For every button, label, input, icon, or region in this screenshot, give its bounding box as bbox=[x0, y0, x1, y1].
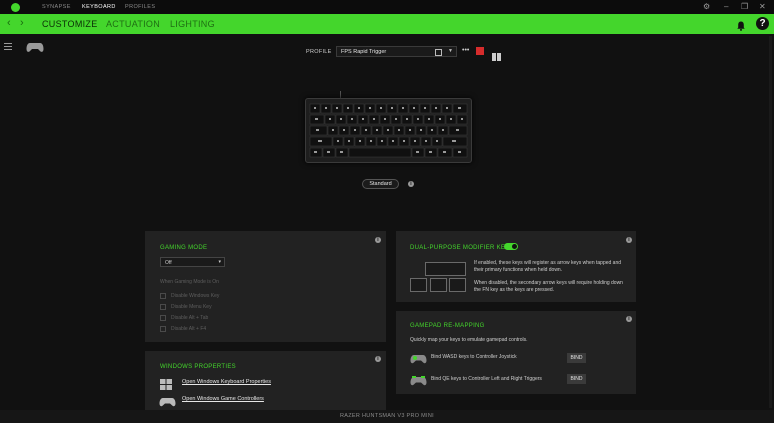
profile-label: PROFILE bbox=[306, 49, 332, 55]
menu-icon[interactable] bbox=[4, 43, 12, 52]
onboard-memory-button[interactable] bbox=[476, 47, 484, 55]
option-label: Disable Menu Key bbox=[171, 304, 212, 310]
gamepad-triggers-label: Bind QE keys to Controller Left and Righ… bbox=[431, 376, 542, 382]
windows-properties-title: WINDOWS PROPERTIES bbox=[160, 364, 236, 370]
help-icon[interactable]: ? bbox=[756, 17, 769, 30]
sub-nav-bar: ‹ › CUSTOMIZE ACTUATION LIGHTING ? bbox=[0, 14, 774, 34]
profile-select[interactable]: FPS Rapid Trigger ▼ bbox=[336, 46, 457, 57]
gamepad-icon[interactable] bbox=[26, 40, 44, 58]
profile-export-icon[interactable] bbox=[435, 49, 442, 56]
toggle-knob bbox=[512, 244, 517, 249]
gaming-mode-value: Off bbox=[165, 260, 172, 266]
gamepad-triggers-icon bbox=[410, 373, 427, 391]
windows-icon bbox=[160, 377, 172, 395]
keyboard-keys bbox=[309, 103, 468, 158]
tab-keyboard[interactable]: KEYBOARD bbox=[82, 4, 116, 10]
info-icon[interactable]: i bbox=[375, 237, 381, 243]
dual-purpose-toggle[interactable] bbox=[504, 243, 518, 250]
gamepad-wasd-label: Bind WASD keys to Controller Joystick bbox=[431, 354, 517, 360]
keys-up-box bbox=[425, 262, 466, 276]
option-label: Disable Windows Key bbox=[171, 293, 220, 299]
key-down-box bbox=[430, 278, 447, 292]
tab-profiles[interactable]: PROFILES bbox=[125, 4, 155, 10]
checkbox[interactable] bbox=[160, 315, 166, 321]
option-label: Disable Alt + Tab bbox=[171, 315, 209, 321]
back-arrow-icon[interactable]: ‹ bbox=[7, 17, 11, 29]
gaming-mode-select[interactable]: Off ▾ bbox=[160, 257, 225, 267]
info-icon[interactable]: i bbox=[626, 316, 632, 322]
gamepad-wasd-icon bbox=[410, 351, 427, 369]
tab-customize[interactable]: CUSTOMIZE bbox=[42, 19, 98, 29]
razer-logo-icon[interactable] bbox=[11, 3, 20, 12]
gamepad-remap-panel: i GAMEPAD RE-MAPPING Quickly map your ke… bbox=[396, 311, 636, 394]
option-label: Disable Alt + F4 bbox=[171, 326, 207, 332]
forward-arrow-icon[interactable]: › bbox=[20, 17, 24, 29]
gamepad-title: GAMEPAD RE-MAPPING bbox=[410, 323, 485, 329]
settings-icon[interactable]: ⚙ bbox=[703, 2, 710, 11]
gaming-mode-panel: i GAMING MODE Off ▾ When Gaming Mode is … bbox=[145, 231, 386, 342]
bind-qe-button[interactable]: BIND bbox=[567, 374, 586, 384]
gamepad-subtitle: Quickly map your keys to emulate gamepad… bbox=[410, 337, 528, 343]
info-icon[interactable]: i bbox=[375, 356, 381, 362]
checkbox[interactable] bbox=[160, 293, 166, 299]
book-icon[interactable] bbox=[492, 48, 501, 66]
minimize-button[interactable]: – bbox=[724, 2, 728, 11]
dual-purpose-title: DUAL-PURPOSE MODIFIER KEYS bbox=[410, 245, 514, 251]
chevron-down-icon: ▾ bbox=[218, 259, 221, 265]
keyboard-image[interactable] bbox=[305, 98, 472, 163]
footer-bar: RAZER HUNTSMAN V3 PRO MINI bbox=[0, 410, 774, 423]
profile-value: FPS Rapid Trigger bbox=[341, 49, 387, 55]
key-right-box bbox=[449, 278, 466, 292]
checkbox[interactable] bbox=[160, 326, 166, 332]
device-name: RAZER HUNTSMAN V3 PRO MINI bbox=[340, 413, 434, 419]
dual-purpose-desc-disabled: When disabled, the secondary arrow keys … bbox=[474, 280, 623, 293]
close-button[interactable]: ✕ bbox=[759, 2, 766, 11]
windows-properties-panel: i WINDOWS PROPERTIES Open Windows Keyboa… bbox=[145, 351, 386, 410]
scrollbar[interactable] bbox=[769, 36, 772, 408]
more-options-button[interactable]: ••• bbox=[462, 47, 469, 54]
standard-mode-pill[interactable]: Standard bbox=[362, 179, 399, 189]
info-icon[interactable]: i bbox=[408, 181, 414, 187]
gaming-mode-title: GAMING MODE bbox=[160, 245, 208, 251]
bind-wasd-button[interactable]: BIND bbox=[567, 353, 586, 363]
tab-actuation[interactable]: ACTUATION bbox=[106, 19, 160, 29]
bell-icon[interactable] bbox=[737, 18, 745, 36]
key-left-box bbox=[410, 278, 427, 292]
maximize-button[interactable]: ❐ bbox=[741, 2, 748, 11]
gaming-mode-helper: When Gaming Mode is On bbox=[160, 279, 219, 285]
title-bar: SYNAPSE KEYBOARD PROFILES ⚙ – ❐ ✕ bbox=[0, 0, 774, 14]
chevron-down-icon[interactable]: ▼ bbox=[448, 48, 453, 54]
open-keyboard-properties-link[interactable]: Open Windows Keyboard Properties bbox=[182, 379, 271, 385]
tab-lighting[interactable]: LIGHTING bbox=[170, 19, 215, 29]
checkbox[interactable] bbox=[160, 304, 166, 310]
dual-purpose-panel: i DUAL-PURPOSE MODIFIER KEYS If enabled,… bbox=[396, 231, 636, 302]
dual-purpose-desc-enabled: If enabled, these keys will register as … bbox=[474, 260, 622, 273]
info-icon[interactable]: i bbox=[626, 237, 632, 243]
tab-synapse[interactable]: SYNAPSE bbox=[42, 4, 71, 10]
open-game-controllers-link[interactable]: Open Windows Game Controllers bbox=[182, 396, 264, 402]
